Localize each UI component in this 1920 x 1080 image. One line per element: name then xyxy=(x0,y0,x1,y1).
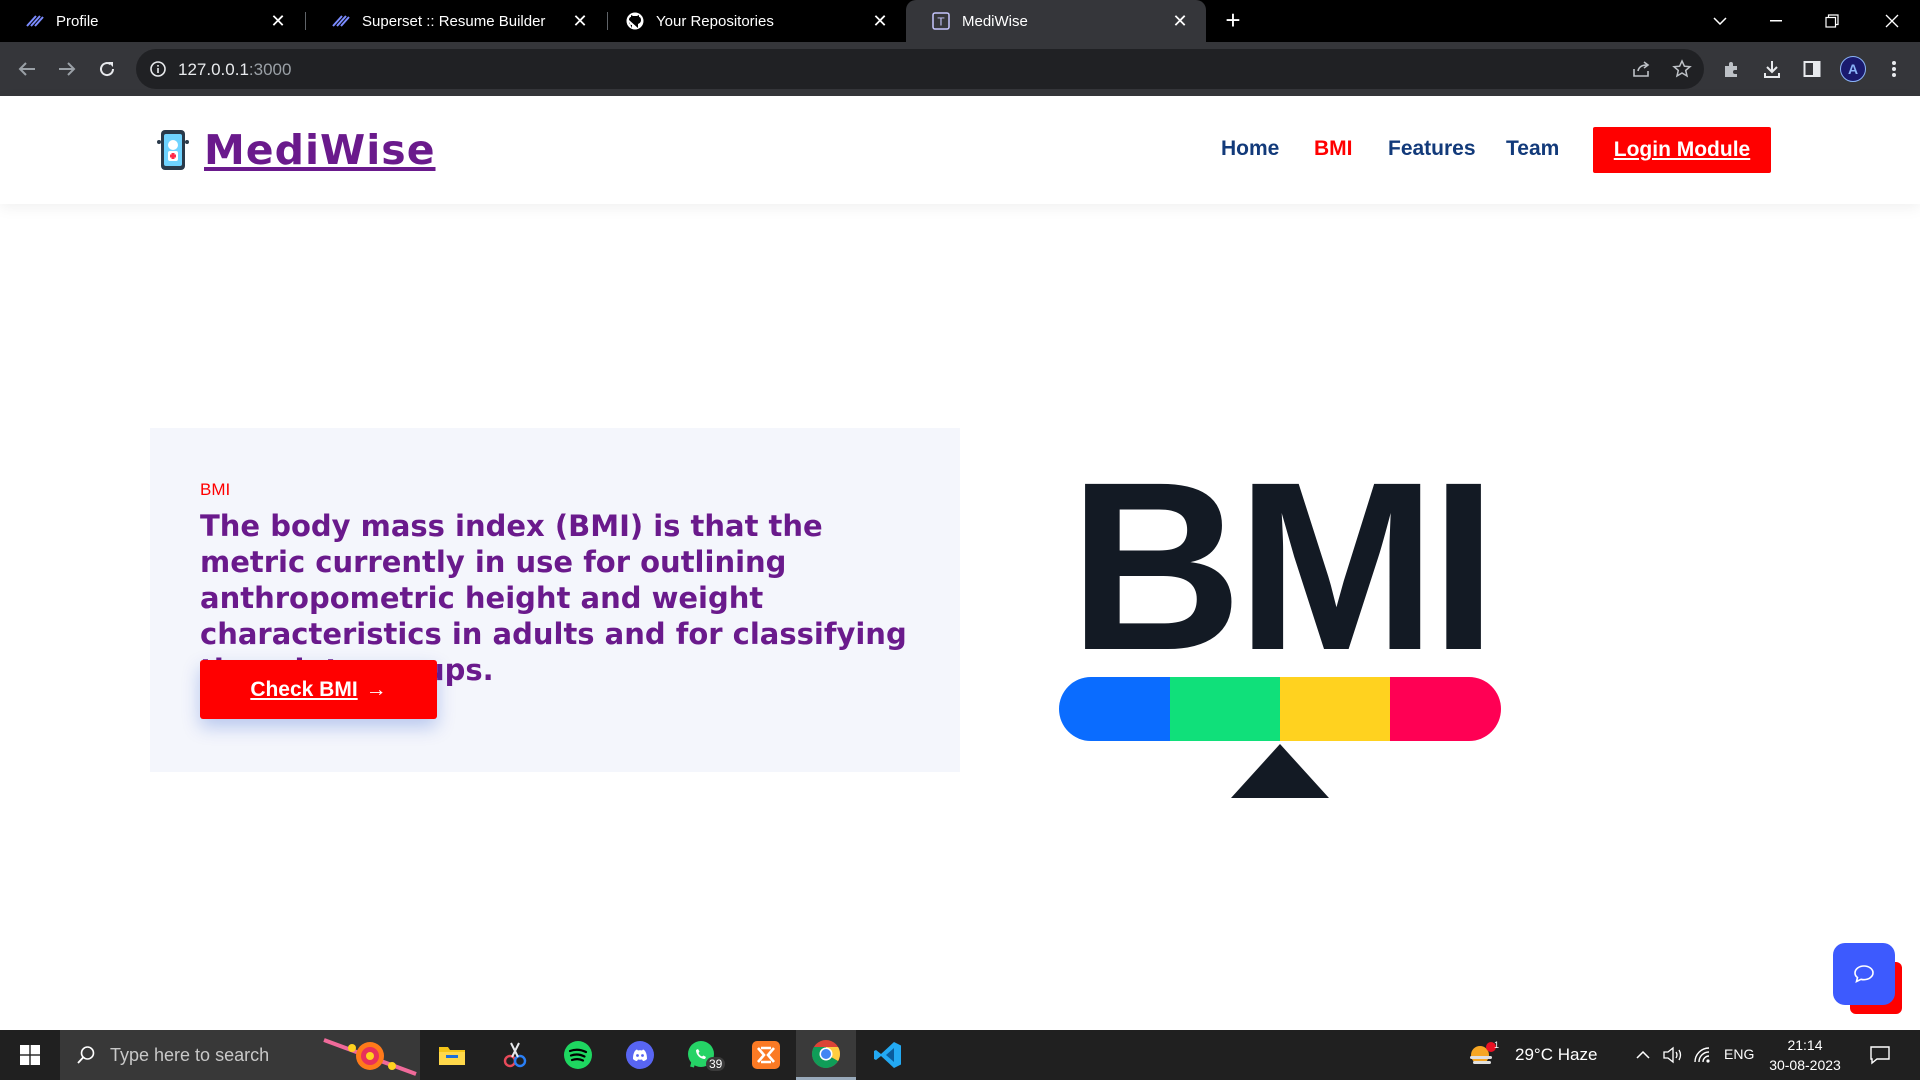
snipping-tool-icon[interactable] xyxy=(486,1030,544,1080)
nav-bmi[interactable]: BMI xyxy=(1314,137,1353,161)
brand[interactable]: MediWise xyxy=(156,126,436,174)
restore-button[interactable] xyxy=(1804,0,1860,42)
tab-title: Superset :: Resume Builder xyxy=(362,12,546,30)
chat-bubble-icon xyxy=(1854,965,1874,983)
nav-team[interactable]: Team xyxy=(1506,137,1559,161)
superset-icon xyxy=(332,12,350,30)
search-highlight-illustration xyxy=(323,1038,417,1076)
vscode-icon[interactable] xyxy=(859,1030,917,1080)
profile-avatar[interactable]: A xyxy=(1840,56,1866,82)
extensions-puzzle-icon[interactable] xyxy=(1718,55,1746,83)
discord-icon[interactable] xyxy=(611,1030,669,1080)
share-icon[interactable] xyxy=(1630,57,1654,81)
close-icon[interactable]: ✕ xyxy=(868,9,892,33)
bmi-illustration: BMI xyxy=(1055,446,1505,816)
whatsapp-badge: 39 xyxy=(706,1057,726,1071)
tab-page-icon: T xyxy=(932,12,950,30)
clock-date: 30-08-2023 xyxy=(1769,1057,1841,1073)
wifi-icon[interactable] xyxy=(1688,1030,1718,1080)
close-icon[interactable]: ✕ xyxy=(1168,9,1192,33)
chevron-up-icon[interactable] xyxy=(1628,1030,1658,1080)
download-icon[interactable] xyxy=(1758,55,1786,83)
svg-text:T: T xyxy=(937,16,945,29)
taskbar-search[interactable]: Type here to search xyxy=(60,1030,420,1080)
scale-segment-green xyxy=(1170,677,1280,741)
xampp-icon[interactable] xyxy=(737,1030,795,1080)
volume-icon[interactable] xyxy=(1658,1030,1688,1080)
browser-toolbar: 127.0.0.1:3000 A xyxy=(0,42,1920,96)
check-bmi-button[interactable]: Check BMI → xyxy=(200,660,437,719)
chrome-icon[interactable] xyxy=(796,1030,856,1080)
close-window-button[interactable] xyxy=(1864,0,1920,42)
notification-icon[interactable] xyxy=(1858,1030,1902,1080)
url-port: :3000 xyxy=(248,60,292,79)
bmi-scale-graphic xyxy=(1059,677,1501,798)
scale-segment-pink xyxy=(1390,677,1501,741)
bmi-info-card: BMI The body mass index (BMI) is that th… xyxy=(150,428,960,772)
tab-profile[interactable]: Profile ✕ xyxy=(0,0,304,42)
url-text: 127.0.0.1:3000 xyxy=(178,60,291,80)
arrow-right-icon: → xyxy=(365,677,387,701)
tab-resume-builder[interactable]: Superset :: Resume Builder ✕ xyxy=(306,0,606,42)
check-bmi-label: Check BMI xyxy=(250,677,358,701)
scale-fulcrum xyxy=(1231,744,1329,798)
address-bar[interactable]: 127.0.0.1:3000 xyxy=(136,49,1704,89)
browser-tab-strip: Profile ✕ Superset :: Resume Builder ✕ Y… xyxy=(0,0,1920,42)
search-icon xyxy=(77,1046,95,1064)
nav-home[interactable]: Home xyxy=(1221,137,1279,161)
tab-repositories[interactable]: Your Repositories ✕ xyxy=(600,0,906,42)
spotify-icon[interactable] xyxy=(549,1030,607,1080)
search-placeholder: Type here to search xyxy=(110,1044,270,1065)
github-icon xyxy=(626,12,644,30)
close-icon[interactable]: ✕ xyxy=(568,9,592,33)
side-panel-icon[interactable] xyxy=(1798,55,1826,83)
site-info-icon[interactable] xyxy=(148,59,168,79)
page-viewport: MediWise Home BMI Features Team Login Mo… xyxy=(0,96,1920,1030)
login-module-button[interactable]: Login Module xyxy=(1593,127,1771,173)
scale-segment-yellow xyxy=(1280,677,1390,741)
forward-arrow-icon[interactable] xyxy=(53,55,81,83)
input-language[interactable]: ENG xyxy=(1724,1046,1754,1062)
whatsapp-icon[interactable]: 39 xyxy=(674,1030,732,1080)
tab-title: Profile xyxy=(56,12,99,30)
weather-text[interactable]: 29°C Haze xyxy=(1515,1045,1597,1065)
back-arrow-icon[interactable] xyxy=(13,55,41,83)
url-host: 127.0.0.1 xyxy=(178,60,249,79)
tab-mediwise[interactable]: T MediWise ✕ xyxy=(906,0,1206,42)
section-kicker: BMI xyxy=(200,480,231,499)
brand-name[interactable]: MediWise xyxy=(204,126,436,174)
windows-taskbar: Type here to search 39 1 29°C Haze ENG 2… xyxy=(0,1030,1920,1080)
windows-start-icon[interactable] xyxy=(0,1030,60,1080)
clock-time: 21:14 xyxy=(1787,1037,1823,1053)
bookmark-star-icon[interactable] xyxy=(1670,57,1694,81)
new-tab-button[interactable]: + xyxy=(1220,7,1246,34)
scale-segment-blue xyxy=(1059,677,1170,741)
file-explorer-icon[interactable] xyxy=(423,1030,481,1080)
brand-logo-icon xyxy=(157,130,189,170)
tab-search-chevron-icon[interactable] xyxy=(1692,0,1748,42)
weather-badge: 1 xyxy=(1494,1040,1500,1050)
superset-icon xyxy=(26,12,44,30)
tab-title: Your Repositories xyxy=(656,12,774,30)
site-navbar: MediWise Home BMI Features Team Login Mo… xyxy=(0,96,1920,204)
close-icon[interactable]: ✕ xyxy=(266,9,290,33)
tab-title: MediWise xyxy=(962,12,1028,30)
more-menu-icon[interactable] xyxy=(1880,55,1908,83)
system-clock[interactable]: 21:14 30-08-2023 xyxy=(1760,1035,1850,1075)
reload-icon[interactable] xyxy=(93,55,121,83)
nav-features[interactable]: Features xyxy=(1388,137,1476,161)
minimize-button[interactable] xyxy=(1748,0,1804,42)
chat-button[interactable] xyxy=(1833,943,1895,1005)
weather-icon[interactable]: 1 xyxy=(1462,1030,1502,1080)
